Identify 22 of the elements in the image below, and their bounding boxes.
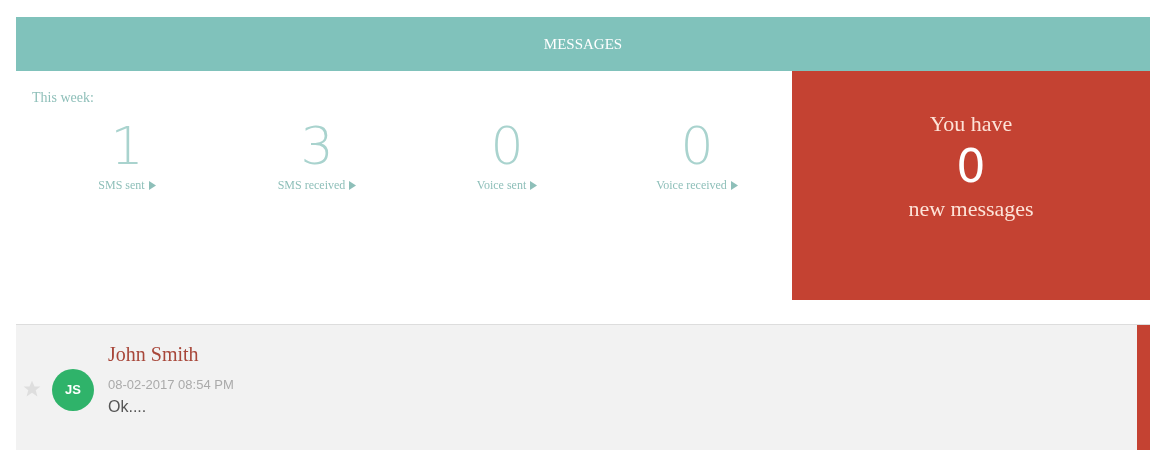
- stat-value: 1: [110, 116, 144, 176]
- stat-link[interactable]: Voice received: [656, 176, 738, 194]
- stat-link[interactable]: Voice sent: [476, 176, 538, 194]
- summary-count: 0: [956, 140, 986, 192]
- summary-suffix: new messages: [908, 195, 1034, 223]
- message-row[interactable]: JS John Smith 08-02-2017 08:54 PM Ok....: [16, 324, 1150, 450]
- play-icon: [530, 180, 538, 190]
- play-icon: [730, 180, 738, 190]
- message-time: 08-02-2017 08:54 PM: [108, 376, 234, 394]
- sender-name: John Smith: [108, 342, 200, 367]
- play-icon: [349, 180, 357, 190]
- header-title: MESSAGES: [543, 34, 623, 54]
- avatar-initials: JS: [65, 381, 81, 400]
- stat-value: 0: [680, 116, 714, 176]
- stat-link[interactable]: SMS sent: [98, 176, 156, 194]
- stat-value: 0: [490, 116, 524, 176]
- play-icon: [148, 180, 156, 190]
- stat-value: 3: [300, 116, 334, 176]
- message-preview: Ok....: [108, 396, 148, 417]
- stat-link[interactable]: SMS received: [277, 176, 357, 194]
- period-label: This week:: [32, 89, 95, 107]
- summary-prefix: You have: [929, 110, 1013, 138]
